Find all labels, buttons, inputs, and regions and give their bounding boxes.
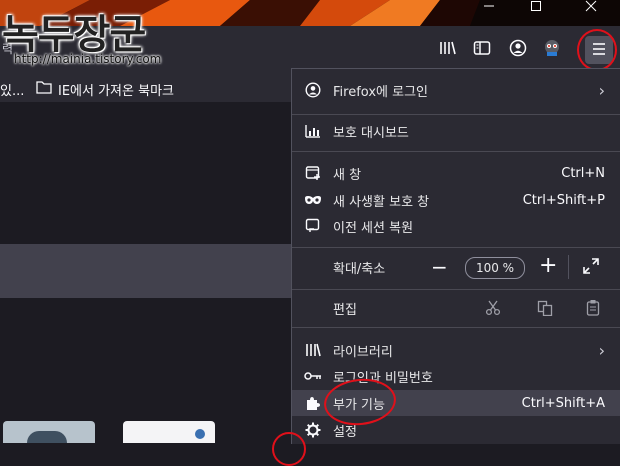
shortcut-tile-2[interactable] xyxy=(123,421,215,443)
folder-icon xyxy=(36,80,52,98)
cut-button[interactable] xyxy=(485,300,501,320)
menu-label: 라이브러리 xyxy=(333,344,393,360)
menu-separator xyxy=(292,247,620,248)
maximize-button[interactable] xyxy=(530,0,558,22)
menu-item-protection-dashboard[interactable]: 보호 대시보드 xyxy=(292,118,620,144)
menu-shortcut: Ctrl+N xyxy=(561,165,605,181)
menu-item-library[interactable]: 라이브러리 › xyxy=(292,337,620,363)
menu-label: Firefox에 로그인 xyxy=(333,84,428,100)
account-icon xyxy=(304,81,322,99)
account-icon xyxy=(509,39,527,61)
content-band xyxy=(0,244,292,298)
menu-separator xyxy=(292,327,620,328)
menu-separator xyxy=(292,289,620,290)
sidebar-icon xyxy=(473,40,491,60)
puzzle-icon xyxy=(304,394,322,412)
private-mask-icon xyxy=(304,191,322,209)
annotation-circle-menu-button xyxy=(577,29,617,71)
menu-item-new-window[interactable]: 새 창 Ctrl+N xyxy=(292,160,620,186)
menu-label: 새 사생활 보호 창 xyxy=(333,194,430,210)
chevron-right-icon: › xyxy=(598,340,605,360)
menu-item-private-window[interactable]: 새 사생활 보호 창 Ctrl+Shift+P xyxy=(292,187,620,213)
extension-toolbar-button[interactable] xyxy=(538,36,566,64)
menu-label: 새 창 xyxy=(333,167,362,183)
menu-separator xyxy=(292,151,620,152)
menu-shortcut: Ctrl+Shift+A xyxy=(521,395,605,411)
zoom-value: 100 % xyxy=(475,261,515,275)
fullscreen-icon xyxy=(583,258,599,278)
clipboard-icon xyxy=(586,300,600,320)
new-window-icon xyxy=(304,164,322,182)
copy-button[interactable] xyxy=(537,300,553,320)
key-icon xyxy=(304,367,322,385)
zoom-reset-button[interactable]: 100 % xyxy=(465,257,525,279)
menu-label: 이전 세션 복원 xyxy=(333,220,414,236)
menu-item-edit: 편집 xyxy=(292,295,620,321)
close-window-button[interactable] xyxy=(585,0,613,22)
minimize-button[interactable] xyxy=(483,0,511,22)
library-icon xyxy=(304,341,322,359)
restore-session-icon xyxy=(304,217,322,235)
zoom-in-button[interactable]: + xyxy=(539,253,557,278)
account-toolbar-button[interactable] xyxy=(504,36,532,64)
tile-thumbnail xyxy=(27,431,67,443)
library-icon xyxy=(439,40,457,60)
scissors-icon xyxy=(485,300,501,320)
paste-button[interactable] xyxy=(586,299,600,320)
bookmark-truncated[interactable]: 있... xyxy=(0,80,24,99)
copy-icon xyxy=(537,300,553,320)
menu-separator xyxy=(292,114,620,115)
watermark-url: http://mainia.tistory.com xyxy=(14,52,162,66)
menu-item-restore-session[interactable]: 이전 세션 복원 xyxy=(292,213,620,239)
shortcut-tile-1[interactable] xyxy=(3,421,95,443)
menu-label: 보호 대시보드 xyxy=(333,125,409,141)
monster-extension-icon xyxy=(542,38,562,62)
annotation-circle-partial xyxy=(272,432,306,466)
menu-item-signin[interactable]: Firefox에 로그인 › xyxy=(292,77,620,103)
menu-shortcut: Ctrl+Shift+P xyxy=(522,192,605,208)
zoom-out-button[interactable]: − xyxy=(431,255,448,279)
gear-icon xyxy=(304,421,322,439)
sidebar-toolbar-button[interactable] xyxy=(468,36,496,64)
zoom-divider xyxy=(568,255,569,279)
menu-label: 확대/축소 xyxy=(333,261,386,277)
wordpress-icon xyxy=(195,429,205,439)
dashboard-chart-icon xyxy=(304,122,322,140)
chevron-right-icon: › xyxy=(598,80,605,100)
menu-label: 편집 xyxy=(333,302,357,318)
library-toolbar-button[interactable] xyxy=(434,36,462,64)
bookmark-folder-ie[interactable]: IE에서 가져온 북마크 xyxy=(58,80,174,99)
fullscreen-button[interactable] xyxy=(583,258,599,278)
menu-item-zoom: 확대/축소 xyxy=(292,254,620,280)
